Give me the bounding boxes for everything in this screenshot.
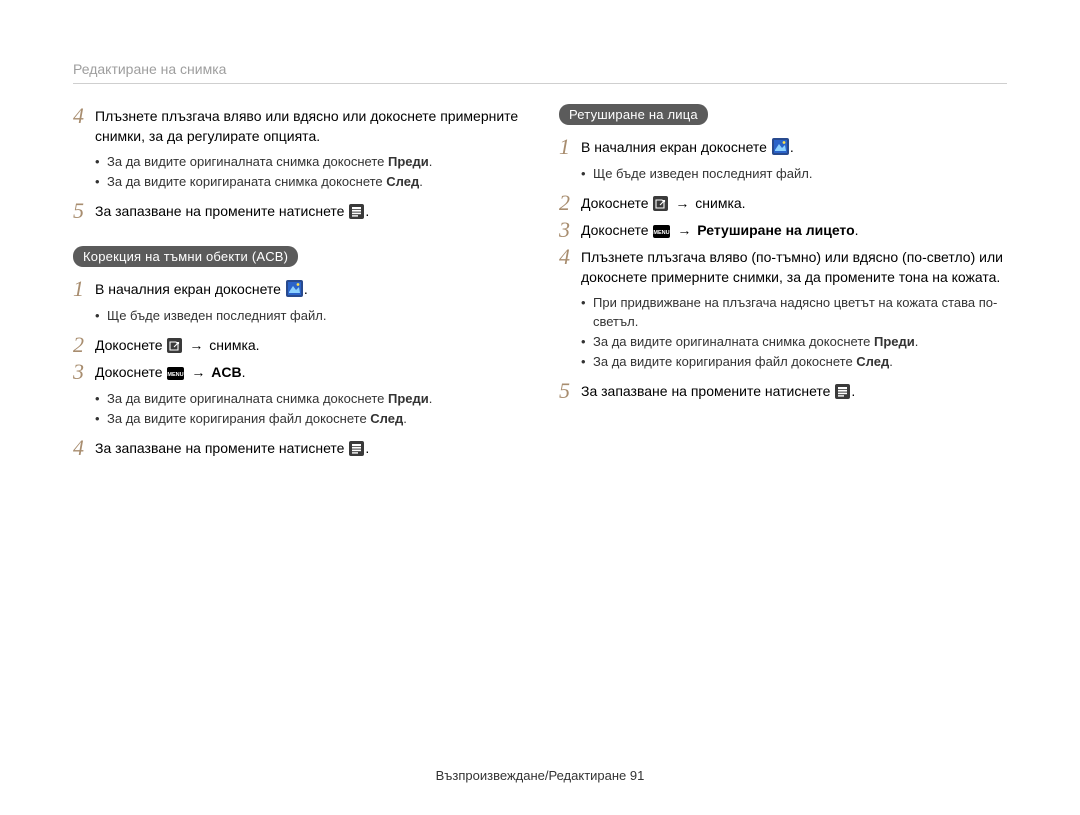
open-file-icon <box>167 338 182 353</box>
bullet-item: За да видите коригираната снимка докосне… <box>95 172 521 191</box>
acb-step-1: 1 В началния екран докоснете . <box>73 279 521 300</box>
step-text: За запазване на промените натиснете . <box>95 438 369 458</box>
bullet-item: За да видите оригиналната снимка докосне… <box>95 152 521 171</box>
step-number: 2 <box>559 192 581 214</box>
menu-icon: MENU <box>167 367 184 380</box>
save-icon <box>835 384 850 399</box>
step-number: 4 <box>73 437 95 459</box>
bullet-item: При придвижване на плъзгача надясно цвет… <box>581 293 1007 331</box>
acb-step-4: 4 За запазване на промените натиснете . <box>73 438 521 459</box>
bullet-item: Ще бъде изведен последният файл. <box>581 164 1007 183</box>
step-text: В началния екран докоснете . <box>95 279 308 299</box>
left-column: 4 Плъзнете плъзгача вляво или вдясно или… <box>73 106 521 465</box>
arrow-icon: → <box>677 222 691 238</box>
step-text: В началния екран докоснете . <box>581 137 794 157</box>
open-file-icon <box>653 196 668 211</box>
arrow-icon: → <box>191 364 205 380</box>
bullet-item: За да видите коригирания файл докоснете … <box>95 409 521 428</box>
menu-icon: MENU <box>653 225 670 238</box>
right-column: Ретуширане на лица 1 В началния екран до… <box>559 106 1007 465</box>
step-number: 5 <box>73 200 95 222</box>
svg-text:MENU: MENU <box>654 230 670 236</box>
arrow-icon: → <box>675 195 689 211</box>
bullet-list: За да видите оригиналната снимка докосне… <box>73 152 521 191</box>
save-icon <box>349 441 364 456</box>
step-number: 5 <box>559 380 581 402</box>
r-step-2: 2 Докоснете → снимка. <box>559 193 1007 214</box>
step-text: Докоснете MENU → Ретуширане на лицето. <box>581 220 859 240</box>
r-step-1: 1 В началния екран докоснете . <box>559 137 1007 158</box>
step-text: За запазване на промените натиснете . <box>95 201 369 221</box>
page-footer: Възпроизвеждане/Редактиране 91 <box>0 768 1080 783</box>
bullet-item: За да видите оригиналната снимка докосне… <box>95 389 521 408</box>
section-pill-acb: Корекция на тъмни обекти (ACB) <box>73 246 298 267</box>
save-icon <box>349 204 364 219</box>
step-number: 4 <box>559 246 581 268</box>
r-step-5: 5 За запазване на промените натиснете . <box>559 381 1007 402</box>
step-number: 1 <box>73 278 95 300</box>
step-text: Плъзнете плъзгача вляво (по-тъмно) или в… <box>581 247 1007 287</box>
edit-photo-app-icon <box>772 138 789 155</box>
step-text: Докоснете → снимка. <box>95 335 260 355</box>
step-text: Плъзнете плъзгача вляво или вдясно или д… <box>95 106 521 146</box>
edit-photo-app-icon <box>286 280 303 297</box>
acb-step-3: 3 Докоснете MENU → ACB. <box>73 362 521 383</box>
svg-text:MENU: MENU <box>168 372 184 378</box>
step-text: Докоснете MENU → ACB. <box>95 362 246 382</box>
step-text: Докоснете → снимка. <box>581 193 746 213</box>
bullet-list: При придвижване на плъзгача надясно цвет… <box>559 293 1007 371</box>
step-number: 3 <box>73 361 95 383</box>
step-number: 3 <box>559 219 581 241</box>
step-number: 1 <box>559 136 581 158</box>
step-4: 4 Плъзнете плъзгача вляво или вдясно или… <box>73 106 521 146</box>
step-text: За запазване на промените натиснете . <box>581 381 855 401</box>
bullet-item: Ще бъде изведен последният файл. <box>95 306 521 325</box>
acb-step-2: 2 Докоснете → снимка. <box>73 335 521 356</box>
step-5: 5 За запазване на промените натиснете . <box>73 201 521 222</box>
r-step-3: 3 Докоснете MENU → Ретуширане на лицето. <box>559 220 1007 241</box>
section-pill-retouch: Ретуширане на лица <box>559 104 708 125</box>
bullet-list: За да видите оригиналната снимка докосне… <box>73 389 521 428</box>
arrow-icon: → <box>189 337 203 353</box>
r-step-4: 4 Плъзнете плъзгача вляво (по-тъмно) или… <box>559 247 1007 287</box>
page-title: Редактиране на снимка <box>73 61 1007 77</box>
bullet-item: За да видите оригиналната снимка докосне… <box>581 332 1007 351</box>
bullet-list: Ще бъде изведен последният файл. <box>559 164 1007 183</box>
bullet-item: За да видите коригирания файл докоснете … <box>581 352 1007 371</box>
header-rule <box>73 83 1007 84</box>
bullet-list: Ще бъде изведен последният файл. <box>73 306 521 325</box>
step-number: 2 <box>73 334 95 356</box>
step-number: 4 <box>73 105 95 127</box>
